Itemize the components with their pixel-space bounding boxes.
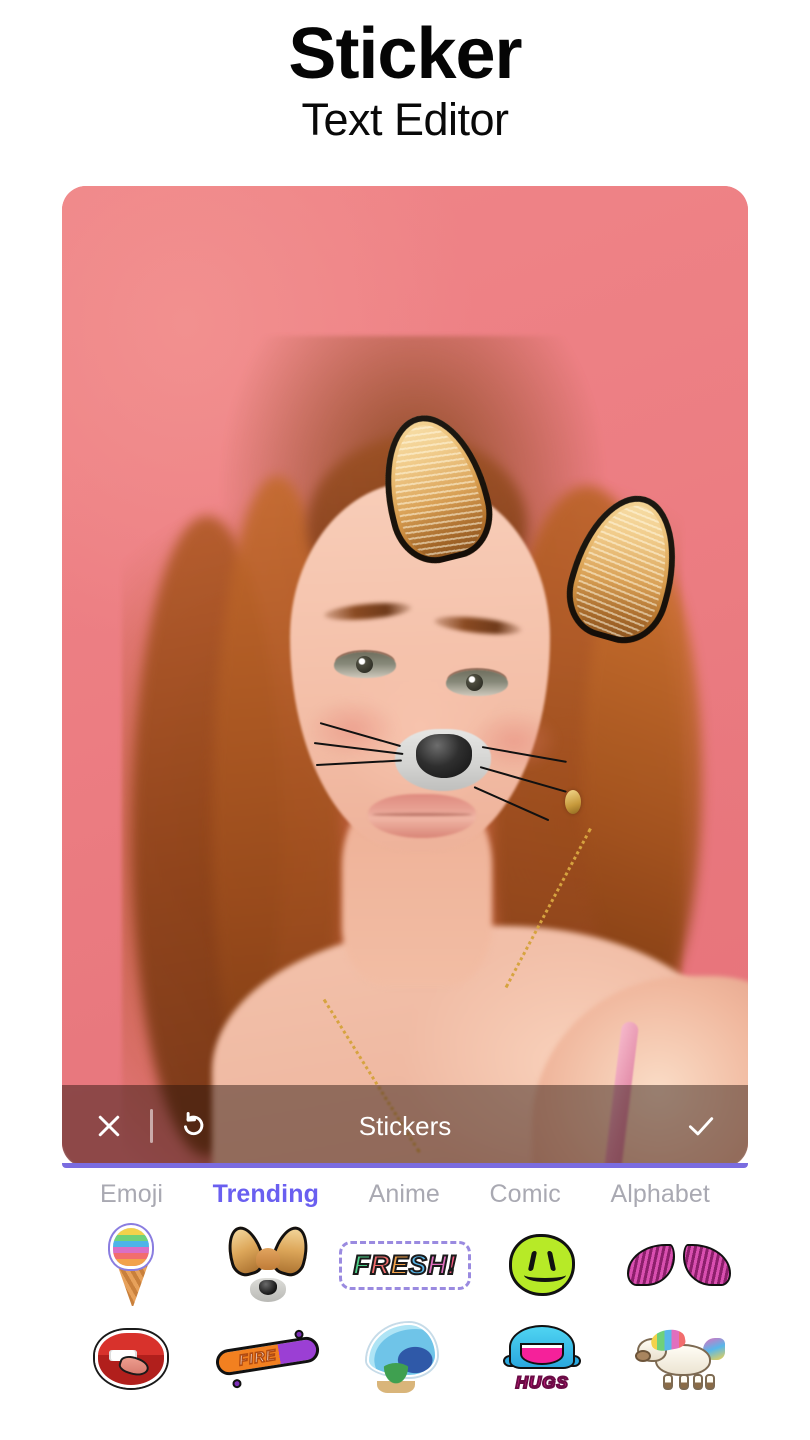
leg-part bbox=[663, 1374, 674, 1390]
cat-filter-icon bbox=[221, 1222, 315, 1304]
letter: R bbox=[369, 1249, 391, 1280]
letter: H bbox=[426, 1249, 448, 1280]
shark-icon: HUGS bbox=[503, 1325, 582, 1393]
card-accent-underline bbox=[62, 1163, 748, 1168]
sticker-fire-skateboard[interactable]: FIRE bbox=[203, 1312, 333, 1406]
app-title: Sticker bbox=[288, 14, 522, 94]
lips-icon bbox=[94, 1330, 167, 1388]
app-screen: Sticker Text Editor Stickers Emoji Trend… bbox=[0, 0, 810, 1440]
skateboard-icon: FIRE bbox=[213, 1327, 323, 1391]
mouth-part bbox=[524, 1268, 567, 1282]
app-subtitle: Text Editor bbox=[301, 94, 509, 145]
unicorn-icon bbox=[635, 1327, 726, 1390]
sticker-beach-wave-palm[interactable] bbox=[340, 1312, 470, 1406]
sticker-pink-angel-wings[interactable] bbox=[614, 1218, 744, 1312]
letter: S bbox=[408, 1249, 428, 1280]
deck-part: FIRE bbox=[213, 1335, 321, 1378]
lips bbox=[368, 794, 476, 838]
toolbar-right-group bbox=[680, 1105, 722, 1147]
nose-part bbox=[249, 1278, 286, 1302]
pupil-left bbox=[356, 656, 373, 673]
fresh-word-icon: F R E S H! bbox=[339, 1240, 471, 1290]
angel-wings-icon bbox=[627, 1240, 732, 1290]
truck-part bbox=[231, 1378, 242, 1389]
undo-icon bbox=[184, 1112, 204, 1136]
toolbar-left-group bbox=[88, 1105, 215, 1147]
wing-left-part bbox=[627, 1244, 676, 1286]
leg-part bbox=[705, 1374, 716, 1390]
palm-part bbox=[376, 1363, 415, 1393]
shark-mouth-part bbox=[520, 1343, 565, 1365]
shark-label: HUGS bbox=[515, 1372, 569, 1393]
tab-comic[interactable]: Comic bbox=[490, 1180, 561, 1209]
confirm-button[interactable] bbox=[680, 1105, 722, 1147]
cat-nose-sticker[interactable] bbox=[416, 734, 472, 778]
tab-emoji[interactable]: Emoji bbox=[100, 1180, 163, 1209]
letter: E bbox=[389, 1249, 409, 1280]
sticker-fresh-word[interactable]: F R E S H! bbox=[339, 1218, 471, 1312]
leg-part bbox=[679, 1374, 690, 1390]
sticker-category-tabs: Emoji Trending Anime Comic Alphabet bbox=[62, 1180, 748, 1209]
sticker-grid: F R E S H! FIRE HUGS bbox=[62, 1218, 748, 1406]
close-button[interactable] bbox=[88, 1105, 130, 1147]
sticker-shark-hugs[interactable]: HUGS bbox=[477, 1312, 607, 1406]
sticker-green-wavy-smiley[interactable] bbox=[477, 1218, 607, 1312]
tab-anime[interactable]: Anime bbox=[369, 1180, 440, 1209]
skateboard-label: FIRE bbox=[236, 1345, 278, 1369]
toolbar-divider bbox=[150, 1109, 153, 1143]
leg-part bbox=[693, 1374, 704, 1390]
cone-part bbox=[115, 1260, 150, 1308]
sticker-red-lips-tongue[interactable] bbox=[66, 1312, 196, 1406]
letter: ! bbox=[446, 1249, 457, 1280]
wing-right-part bbox=[683, 1244, 732, 1286]
editor-toolbar: Stickers bbox=[62, 1085, 748, 1167]
tab-alphabet[interactable]: Alphabet bbox=[610, 1180, 710, 1209]
header: Sticker Text Editor bbox=[0, 0, 810, 143]
wavy-smiley-icon bbox=[509, 1234, 576, 1296]
sticker-ice-cream-cone[interactable] bbox=[66, 1218, 196, 1312]
sticker-rainbow-unicorn[interactable] bbox=[614, 1312, 744, 1406]
muzzle-part bbox=[255, 1248, 280, 1270]
letter: F bbox=[352, 1249, 371, 1280]
lip-line bbox=[372, 813, 472, 816]
swirl-part bbox=[112, 1228, 149, 1266]
close-icon bbox=[98, 1115, 120, 1137]
beach-wave-icon bbox=[366, 1323, 443, 1395]
tab-trending[interactable]: Trending bbox=[213, 1180, 319, 1209]
ice-cream-icon bbox=[105, 1226, 157, 1308]
earring bbox=[565, 790, 581, 814]
pupil-right bbox=[466, 674, 483, 691]
check-icon bbox=[688, 1117, 714, 1136]
sticker-cat-ears-nose-filter[interactable] bbox=[203, 1218, 333, 1312]
undo-button[interactable] bbox=[173, 1105, 215, 1147]
photo-preview-card[interactable]: Stickers bbox=[62, 186, 748, 1167]
